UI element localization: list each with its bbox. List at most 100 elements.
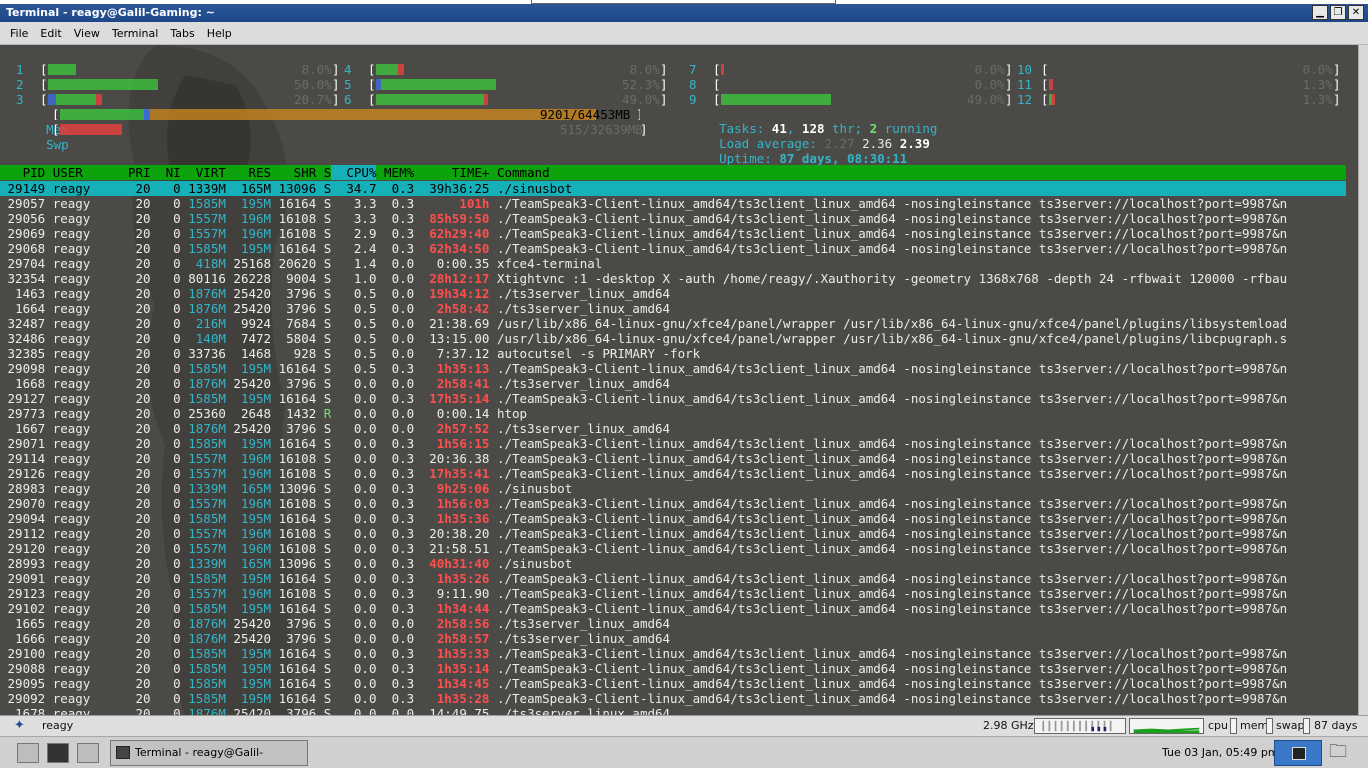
header-user[interactable]: USER [53, 165, 128, 180]
cell-virt: 1876M [188, 421, 226, 436]
header-cmd[interactable]: Command [497, 165, 797, 180]
swp-label: Swp [46, 137, 69, 152]
cell-state: S [323, 316, 332, 331]
cell-shr: 5804 [286, 331, 317, 346]
cell-cpu: 3.3 [353, 196, 377, 211]
header-virt[interactable]: VIRT [181, 165, 226, 180]
process-row[interactable]: 32385 reagy 20 0 33736 1468 928 S 0.5 0.0 7:37.12 a… [0, 346, 1358, 361]
cell-res: 195M [240, 196, 272, 211]
cell-command: ./TeamSpeak3-Client-linux_amd64/ts3clien… [496, 436, 1288, 451]
process-row[interactable]: 29704 reagy 20 0 418M 25168 20620 S 1.4 0.0 0:00.3… [0, 256, 1358, 271]
process-row[interactable]: 29056 reagy 20 0 1557M 196M 16108 S 3.3 0.3 85h59:… [0, 211, 1358, 226]
process-row[interactable]: 28983 reagy 20 0 1339M 165M 13096 S 0.0 0.3 9h25:0… [0, 481, 1358, 496]
menu-view[interactable]: View [68, 27, 106, 40]
process-row[interactable]: 29088 reagy 20 0 1585M 195M 16164 S 0.0 0.3 1h35:1… [0, 661, 1358, 676]
process-row[interactable]: 29120 reagy 20 0 1557M 196M 16108 S 0.0 0.3 21:58.… [0, 541, 1358, 556]
clock[interactable]: Tue 03 Jan, 05:49 pm [1162, 746, 1279, 759]
process-row[interactable]: 29092 reagy 20 0 1585M 195M 16164 S 0.0 0.3 1h35:2… [0, 691, 1358, 706]
cell-ni: 0 [173, 541, 181, 556]
mem-label-panel: mem [1240, 719, 1269, 732]
process-row[interactable]: 1668 reagy 20 0 1876M 25420 3796 S 0.0 0.0 2h58:41… [0, 376, 1358, 391]
header-time[interactable]: TIME+ [414, 165, 490, 180]
cell-time: 2h58:42 [436, 301, 490, 316]
process-row[interactable]: 29098 reagy 20 0 1585M 195M 16164 S 0.5 0.3 1h35:1… [0, 361, 1358, 376]
show-desktop-icon[interactable] [17, 743, 39, 763]
menu-file[interactable]: File [4, 27, 34, 40]
cell-pri: 20 [135, 496, 151, 511]
process-row[interactable]: 32486 reagy 20 0 140M 7472 5804 S 0.5 0.0 13:15.00… [0, 331, 1358, 346]
cell-time: 21:58.51 [429, 541, 490, 556]
xfce-mouse-icon[interactable]: ✦ [14, 719, 30, 733]
header-cpu[interactable]: CPU% [331, 165, 377, 180]
header-pid[interactable]: PID [0, 165, 46, 180]
cell-virt: 1339M [188, 181, 226, 196]
process-row[interactable]: 29069 reagy 20 0 1557M 196M 16108 S 2.9 0.3 62h29:… [0, 226, 1358, 241]
process-row[interactable]: 29112 reagy 20 0 1557M 196M 16108 S 0.0 0.3 20:38.… [0, 526, 1358, 541]
window-titlebar[interactable]: Terminal - reagy@Galil-Gaming: ~ ▁ ❐ ✕ [0, 4, 1368, 22]
process-row[interactable]: 29123 reagy 20 0 1557M 196M 16108 S 0.0 0.3 9:11.9… [0, 586, 1358, 601]
menu-tabs[interactable]: Tabs [164, 27, 200, 40]
cpu-1-label: 1 [16, 62, 24, 77]
cell-virt: 1585M [188, 511, 226, 526]
header-ni[interactable]: NI [151, 165, 181, 180]
cell-shr: 3796 [286, 286, 317, 301]
process-row[interactable]: 32354 reagy 20 0 80116 26228 9004 S 1.0 0.0 28h12:… [0, 271, 1358, 286]
terminal-launcher-icon[interactable] [47, 743, 69, 763]
process-row[interactable]: 29068 reagy 20 0 1585M 195M 16164 S 2.4 0.3 62h34:… [0, 241, 1358, 256]
process-row[interactable]: 29102 reagy 20 0 1585M 195M 16164 S 0.0 0.3 1h34:4… [0, 601, 1358, 616]
cell-user: reagy [52, 331, 91, 346]
process-row[interactable]: 32487 reagy 20 0 216M 9924 7684 S 0.5 0.0 21:38.69… [0, 316, 1358, 331]
folder-icon[interactable]: 🗀 [1329, 743, 1351, 761]
process-row[interactable]: 29091 reagy 20 0 1585M 195M 16164 S 0.0 0.3 1h35:2… [0, 571, 1358, 586]
maximize-button[interactable]: ❐ [1330, 5, 1346, 20]
cell-shr: 16108 [278, 496, 317, 511]
cell-state: S [323, 601, 332, 616]
cell-ni: 0 [173, 691, 181, 706]
menu-terminal[interactable]: Terminal [106, 27, 165, 40]
process-row[interactable]: 1666 reagy 20 0 1876M 25420 3796 S 0.0 0.0 2h58:57… [0, 631, 1358, 646]
process-row[interactable]: 1664 reagy 20 0 1876M 25420 3796 S 0.5 0.0 2h58:42… [0, 301, 1358, 316]
process-row[interactable]: 29127 reagy 20 0 1585M 195M 16164 S 0.0 0.3 17h35:… [0, 391, 1358, 406]
cell-virt: 80116 [188, 271, 226, 286]
workspace-1[interactable] [1274, 740, 1322, 766]
header-res[interactable]: RES [226, 165, 271, 180]
cell-user: reagy [52, 346, 91, 361]
process-row[interactable]: 29114 reagy 20 0 1557M 196M 16108 S 0.0 0.3 20:36.… [0, 451, 1358, 466]
process-row-selected[interactable]: 29149 reagy 20 0 1339M 165M 13096 S 34.7 0.3 39h36… [0, 181, 1346, 196]
close-button[interactable]: ✕ [1348, 5, 1364, 20]
process-row[interactable]: 1667 reagy 20 0 1876M 25420 3796 S 0.0 0.0 2h57:52… [0, 421, 1358, 436]
menu-help[interactable]: Help [201, 27, 238, 40]
minimize-button[interactable]: ▁ [1312, 5, 1328, 20]
process-row[interactable]: 29095 reagy 20 0 1585M 195M 16164 S 0.0 0.3 1h34:4… [0, 676, 1358, 691]
terminal-scrollbar[interactable] [1358, 45, 1368, 715]
header-mem[interactable]: MEM% [377, 165, 414, 180]
process-row[interactable]: 1665 reagy 20 0 1876M 25420 3796 S 0.0 0.0 2h58:56… [0, 616, 1358, 631]
file-manager-icon[interactable] [77, 743, 99, 763]
process-row[interactable]: 29057 reagy 20 0 1585M 195M 16164 S 3.3 0.3 101h ./… [0, 196, 1358, 211]
cell-time: 13:15.00 [429, 331, 490, 346]
cell-virt: 216M [195, 316, 226, 331]
cell-ni: 0 [173, 481, 181, 496]
header-shr[interactable]: SHR [271, 165, 317, 180]
header-pri[interactable]: PRI [128, 165, 151, 180]
cell-state: S [323, 541, 332, 556]
cell-ni: 0 [173, 226, 181, 241]
process-row[interactable]: 29100 reagy 20 0 1585M 195M 16164 S 0.0 0.3 1h35:3… [0, 646, 1358, 661]
cell-pri: 20 [135, 196, 151, 211]
cell-mem: 0.3 [391, 511, 415, 526]
cell-command: ./TeamSpeak3-Client-linux_amd64/ts3clien… [496, 586, 1288, 601]
menu-edit[interactable]: Edit [34, 27, 67, 40]
process-row[interactable]: 29070 reagy 20 0 1557M 196M 16108 S 0.0 0.3 1h56:0… [0, 496, 1358, 511]
cell-mem: 0.0 [391, 346, 415, 361]
process-row[interactable]: 29071 reagy 20 0 1585M 195M 16164 S 0.0 0.3 1h56:1… [0, 436, 1358, 451]
process-row[interactable]: 29773 reagy 20 0 25360 2648 1432 R 0.0 0.0 0:00.14… [0, 406, 1358, 421]
process-row[interactable]: 1463 reagy 20 0 1876M 25420 3796 S 0.5 0.0 19h34:1… [0, 286, 1358, 301]
process-row[interactable]: 29094 reagy 20 0 1585M 195M 16164 S 0.0 0.3 1h35:3… [0, 511, 1358, 526]
cpu-8-label: 8 [689, 77, 697, 92]
process-row[interactable]: 1678 reagy 20 0 1876M 25420 3796 S 0.0 0.0 14:49.7… [0, 706, 1358, 715]
process-row[interactable]: 29126 reagy 20 0 1557M 196M 16108 S 0.0 0.3 17h35:… [0, 466, 1358, 481]
terminal-area[interactable]: Mem [ ] 9201/64453MB Swp [ ] 515/32639MB… [0, 45, 1358, 715]
header-s[interactable]: S [316, 165, 332, 180]
taskbar-terminal-button[interactable]: Terminal - reagy@Galil-Gaming: ~ [110, 740, 308, 766]
process-row[interactable]: 28993 reagy 20 0 1339M 165M 13096 S 0.0 0.3 40h31:… [0, 556, 1358, 571]
